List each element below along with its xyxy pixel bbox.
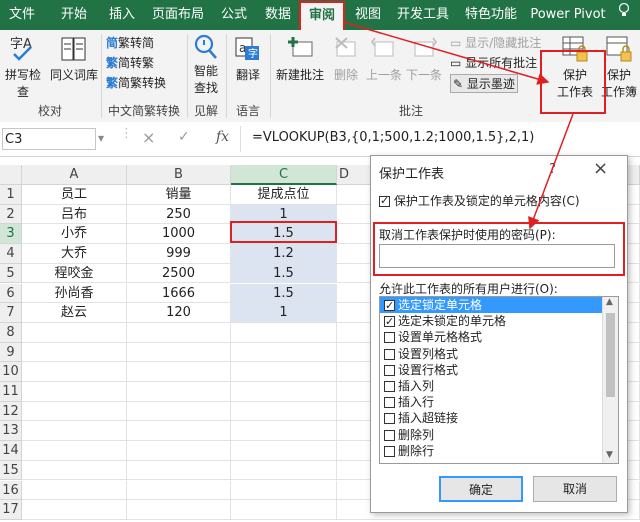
annotation-arrows: [0, 0, 640, 522]
arrow-review-to-protect: [343, 22, 548, 82]
arrow-protect-to-password: [530, 114, 573, 228]
